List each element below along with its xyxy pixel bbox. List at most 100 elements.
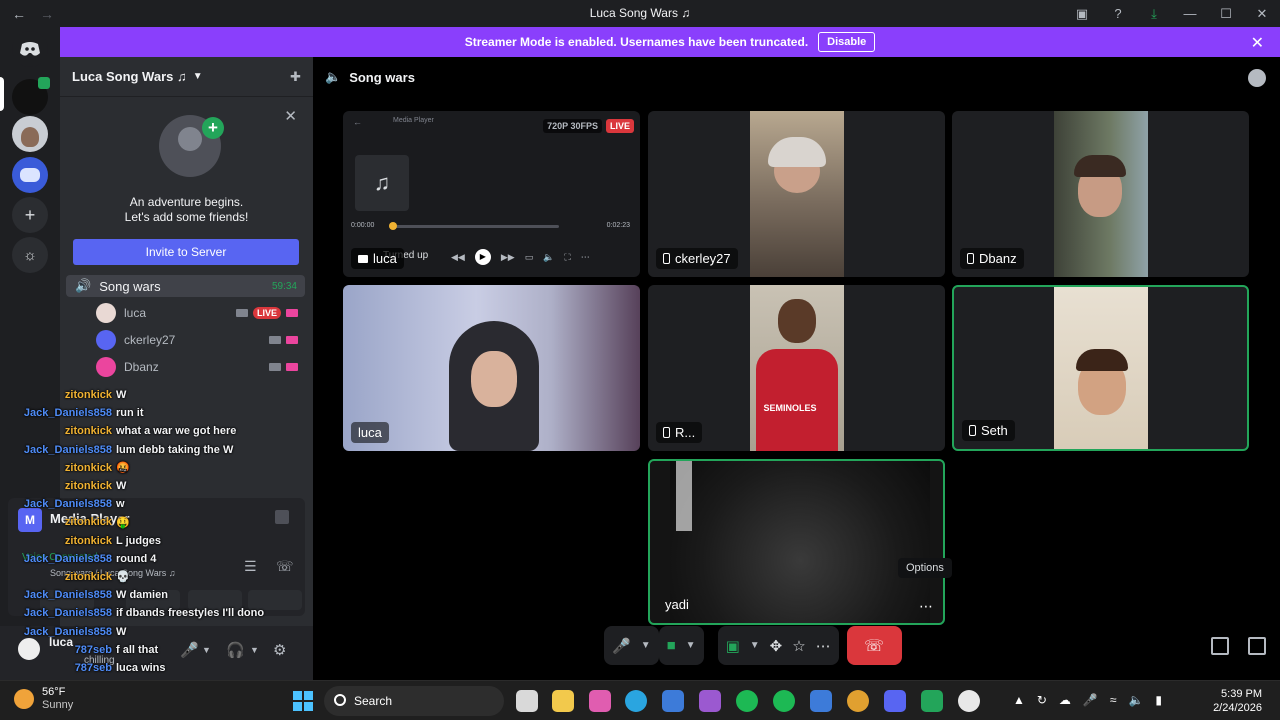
voice-user[interactable]: luca LIVE xyxy=(96,303,298,323)
participant-tile[interactable]: luca xyxy=(343,285,640,451)
previous-icon[interactable]: ◀◀ xyxy=(451,252,465,263)
edge-icon[interactable] xyxy=(625,690,647,712)
invite-to-server-button[interactable]: Invite to Server xyxy=(73,239,299,265)
speaker-icon: 🔈 xyxy=(325,69,342,84)
chrome-icon[interactable] xyxy=(847,690,869,712)
battery-icon[interactable]: ▮ xyxy=(1155,693,1162,707)
voice-channel-song-wars[interactable]: 🔊 Song wars 59:34 xyxy=(66,275,305,297)
fullscreen-icon[interactable]: ⛶ xyxy=(564,252,570,263)
voice-user[interactable]: ckerley27 xyxy=(96,330,298,350)
stream-tile[interactable]: ← Media Player 720P 30FPS LIVE ♫ 0:00:00… xyxy=(343,111,640,277)
add-friend-icon[interactable]: ✚ xyxy=(290,69,301,85)
screen-share-icon[interactable]: ▣ xyxy=(726,637,740,655)
more-icon[interactable]: ⋯ xyxy=(816,637,831,655)
download-icon[interactable]: ⤓ xyxy=(1136,0,1172,27)
chat-message: W xyxy=(116,389,127,402)
app-icon[interactable] xyxy=(921,690,943,712)
chevron-down-icon[interactable]: ▼ xyxy=(641,640,651,651)
participant-tile[interactable]: yadi ⋯ xyxy=(648,459,945,625)
screen-share-control[interactable]: ▣ ▼ ✥ ☆ ⋯ xyxy=(717,626,839,665)
participant-tile[interactable]: SEMINOLES R... xyxy=(648,285,945,451)
sync-icon[interactable]: ↻ xyxy=(1037,693,1047,707)
mobile-icon xyxy=(967,253,974,264)
app-icon[interactable] xyxy=(699,690,721,712)
chat-username: zitonkick xyxy=(64,570,112,583)
participant-tile[interactable]: ckerley27 xyxy=(648,111,945,277)
server-header[interactable]: Luca Song Wars ♫ ▼ ✚ xyxy=(60,57,313,97)
chat-message: L judges xyxy=(116,534,162,547)
close-icon[interactable]: ✕ xyxy=(284,107,297,125)
minimize-button[interactable]: — xyxy=(1172,0,1208,27)
seek-handle[interactable] xyxy=(389,222,397,230)
cloud-icon[interactable]: ☁ xyxy=(1059,693,1071,707)
close-window-button[interactable]: ✕ xyxy=(1244,0,1280,27)
wifi-icon[interactable]: ≈ xyxy=(1110,693,1117,707)
chat-username: Jack_Daniels858 xyxy=(23,552,112,565)
maximize-button[interactable]: ☐ xyxy=(1208,0,1244,27)
fullscreen-icon[interactable] xyxy=(1248,637,1266,655)
server-luca-song-wars-icon[interactable] xyxy=(12,77,50,115)
file-explorer-icon[interactable] xyxy=(552,690,574,712)
taskbar-search[interactable]: Search xyxy=(324,686,504,716)
subtitles-icon[interactable]: ▭ xyxy=(525,252,534,263)
chevron-up-icon[interactable]: ▲ xyxy=(1013,693,1025,707)
discord-icon[interactable] xyxy=(884,690,906,712)
next-icon[interactable]: ▶▶ xyxy=(501,252,515,263)
inbox-icon[interactable]: ▣ xyxy=(1064,0,1100,27)
server-name: Luca Song Wars ♫ xyxy=(72,69,187,84)
microphone-icon[interactable]: 🎤 xyxy=(1083,693,1098,707)
discord-home-icon[interactable] xyxy=(12,31,48,67)
forward-arrow-icon[interactable]: → xyxy=(40,6,54,22)
video-icon xyxy=(235,309,248,317)
avatar xyxy=(96,357,116,377)
call-header: 🔈 Song wars xyxy=(325,69,415,85)
copilot-icon[interactable] xyxy=(589,690,611,712)
camera-control[interactable]: ■ ▼ xyxy=(658,626,704,665)
participant-tile[interactable]: Seth xyxy=(952,285,1249,451)
tile-label: yadi xyxy=(658,594,696,615)
microphone-icon[interactable]: 🎤 xyxy=(612,637,631,655)
activity-icon[interactable]: ✥ xyxy=(770,637,783,655)
add-server-icon[interactable]: + xyxy=(12,197,48,233)
chat-line: 787seb luca wins xyxy=(0,659,320,677)
chevron-down-icon[interactable]: ▼ xyxy=(750,640,760,651)
windows-start-icon[interactable] xyxy=(293,691,313,711)
more-options-icon[interactable]: ⋯ xyxy=(919,598,933,615)
back-arrow-icon: ← xyxy=(353,117,362,127)
close-icon[interactable]: ✕ xyxy=(1251,33,1264,53)
seek-bar[interactable] xyxy=(389,222,559,230)
camera-icon[interactable]: ■ xyxy=(667,637,676,654)
more-icon[interactable]: ⋯ xyxy=(581,252,590,263)
play-icon[interactable]: ▶ xyxy=(474,249,491,265)
disconnect-call-button[interactable]: ☏ xyxy=(846,626,902,665)
voice-user[interactable]: Dbanz xyxy=(96,357,298,377)
chat-bubble-icon[interactable] xyxy=(1248,69,1266,87)
clock[interactable]: 5:39 PM 2/24/2026 xyxy=(1213,687,1262,715)
xbox-icon[interactable] xyxy=(736,690,758,712)
pop-out-icon[interactable] xyxy=(1211,637,1229,655)
discover-compass-icon[interactable]: ☼ xyxy=(12,237,48,273)
store-icon[interactable] xyxy=(662,690,684,712)
weather-widget[interactable]: 56°F Sunny xyxy=(14,686,73,712)
spotify-icon[interactable] xyxy=(773,690,795,712)
task-view-icon[interactable] xyxy=(516,690,538,712)
outlook-icon[interactable] xyxy=(810,690,832,712)
disable-streamer-mode-button[interactable]: Disable xyxy=(818,32,876,52)
chat-message: if dbands freestyles I'll dono xyxy=(116,607,265,620)
voice-user-name: Dbanz xyxy=(124,360,159,374)
mic-control[interactable]: 🎤 ▼ xyxy=(604,626,659,665)
volume-icon[interactable]: 🔈 xyxy=(543,252,554,263)
chevron-down-icon[interactable]: ▼ xyxy=(686,640,696,651)
participant-video xyxy=(749,111,844,277)
media-icon[interactable] xyxy=(958,690,980,712)
chat-username: Jack_Daniels858 xyxy=(23,607,112,620)
overlay-chat: zitonkick W Jack_Daniels858 run it zitonkick… xyxy=(0,386,320,677)
server-avatar-icon[interactable] xyxy=(12,116,48,152)
server-bot-icon[interactable] xyxy=(12,157,48,193)
volume-icon[interactable]: 🔈 xyxy=(1128,693,1143,707)
help-icon[interactable]: ? xyxy=(1100,0,1136,27)
participant-tile[interactable]: Dbanz xyxy=(952,111,1249,277)
search-icon xyxy=(334,694,346,706)
soundboard-icon[interactable]: ☆ xyxy=(792,637,805,655)
back-arrow-icon[interactable]: ← xyxy=(12,6,26,22)
